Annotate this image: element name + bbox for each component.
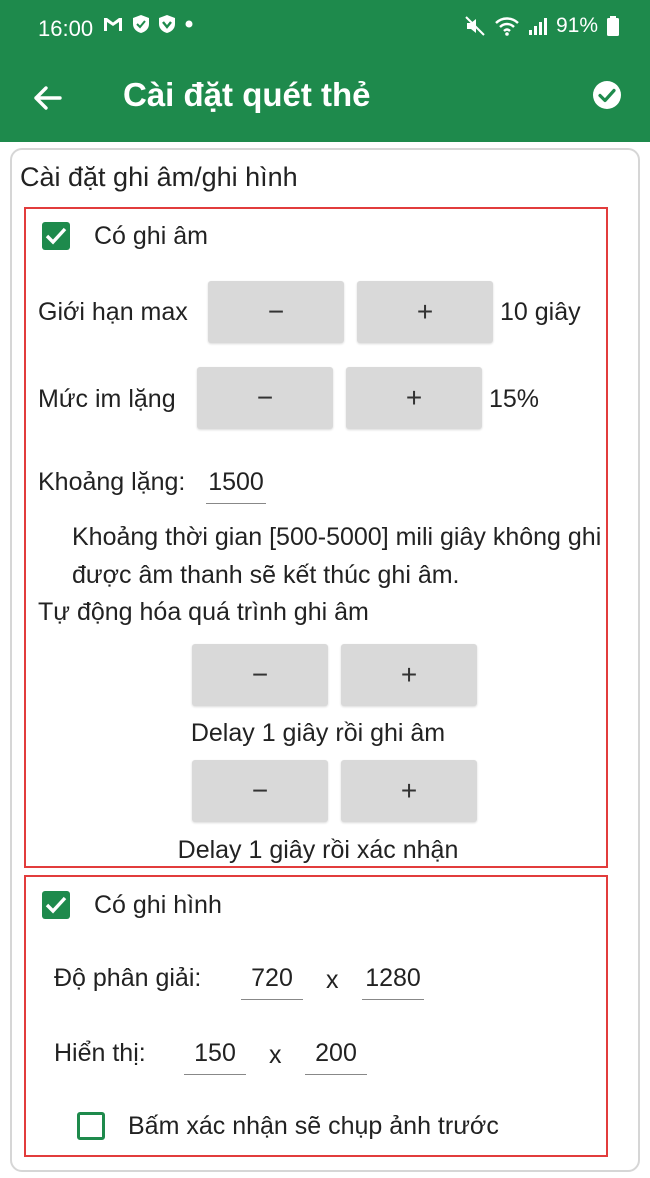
max-limit-label: Giới hạn max	[38, 298, 188, 326]
audio-enabled-checkbox[interactable]	[42, 222, 70, 250]
battery-percent: 91%	[555, 14, 598, 37]
audio-enabled-label: Có ghi âm	[94, 222, 208, 250]
display-width-input[interactable]: 150	[184, 1039, 246, 1075]
mute-icon	[465, 16, 485, 36]
confirm-check-icon[interactable]	[592, 80, 622, 110]
video-enabled-checkbox[interactable]	[42, 891, 70, 919]
status-time: 16:00	[38, 16, 94, 41]
resolution-label: Độ phân giải:	[54, 964, 202, 992]
delay-record-decrease-button[interactable]: −	[192, 644, 328, 706]
resolution-height-input[interactable]: 1280	[362, 964, 424, 1000]
signal-icon	[528, 18, 547, 35]
delay-confirm-increase-button[interactable]: +	[341, 760, 477, 822]
silence-gap-label: Khoảng lặng:	[38, 468, 186, 496]
silence-level-value: 15%	[489, 385, 540, 413]
display-height-input[interactable]: 200	[305, 1039, 367, 1075]
photo-first-label: Bấm xác nhận sẽ chụp ảnh trước	[128, 1112, 499, 1140]
display-separator: x	[269, 1041, 282, 1069]
back-arrow-icon[interactable]	[30, 80, 66, 116]
dot-icon	[185, 20, 193, 28]
battery-icon	[607, 16, 619, 36]
gmail-icon	[104, 18, 122, 31]
silence-level-label: Mức im lặng	[38, 385, 176, 413]
wifi-icon	[495, 17, 519, 36]
status-bar: 16:00 91%	[0, 0, 650, 58]
card-title: Cài đặt ghi âm/ghi hình	[20, 162, 298, 192]
max-limit-increase-button[interactable]: +	[357, 281, 493, 343]
resolution-separator: x	[326, 966, 339, 994]
page-title: Cài đặt quét thẻ	[123, 76, 371, 113]
silence-gap-input[interactable]: 1500	[206, 468, 266, 504]
delay-confirm-decrease-button[interactable]: −	[192, 760, 328, 822]
shield-icon	[133, 15, 149, 33]
silence-level-increase-button[interactable]: +	[346, 367, 482, 429]
max-limit-decrease-button[interactable]: −	[208, 281, 344, 343]
silence-gap-help-text: Khoảng thời gian [500-5000] mili giây kh…	[72, 523, 602, 589]
vpn-icon	[159, 15, 175, 33]
delay-record-caption: Delay 1 giây rồi ghi âm	[190, 719, 446, 747]
video-enabled-label: Có ghi hình	[94, 891, 222, 919]
photo-first-checkbox[interactable]	[77, 1112, 105, 1140]
app-bar: Cài đặt quét thẻ	[0, 58, 650, 142]
silence-level-decrease-button[interactable]: −	[197, 367, 333, 429]
delay-confirm-caption: Delay 1 giây rồi xác nhận	[177, 836, 459, 864]
display-label: Hiển thị:	[54, 1039, 146, 1067]
max-limit-value: 10 giây	[500, 298, 581, 326]
resolution-width-input[interactable]: 720	[241, 964, 303, 1000]
automation-title: Tự động hóa quá trình ghi âm	[38, 598, 369, 626]
delay-record-increase-button[interactable]: +	[341, 644, 477, 706]
